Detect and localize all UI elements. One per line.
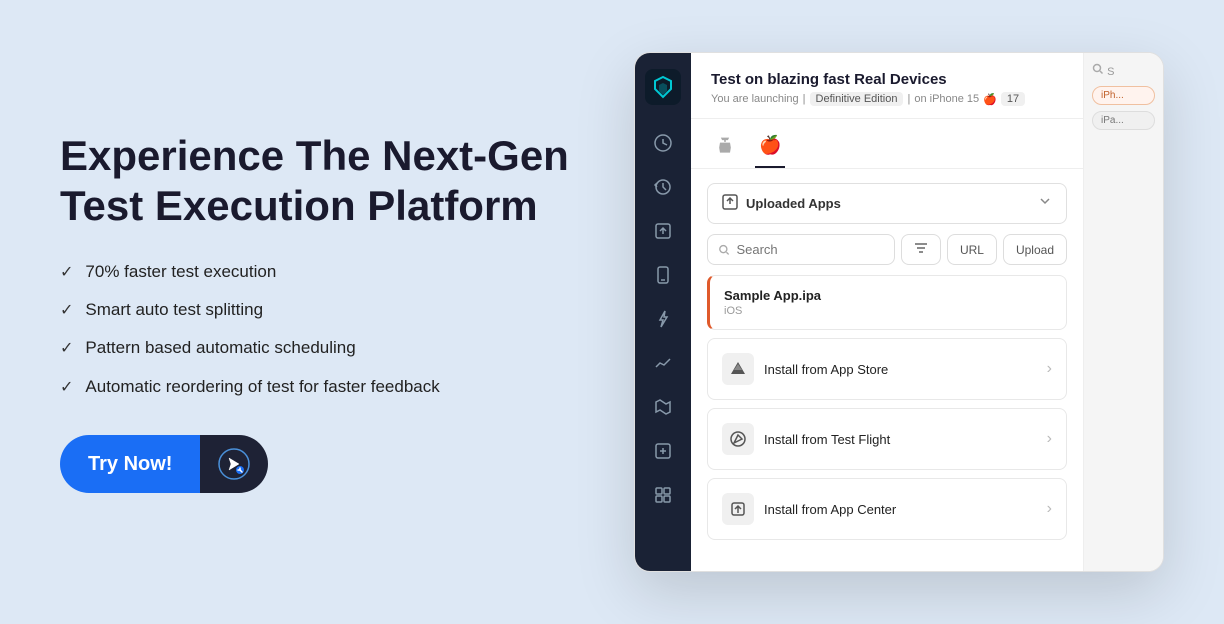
filter-button[interactable]: [901, 234, 941, 265]
sidebar-item-upload[interactable]: [645, 213, 681, 249]
install-option-left-appstore: Install from App Store: [722, 353, 888, 385]
subtitle-edition: Definitive Edition: [810, 92, 904, 106]
check-icon-1: ✓: [60, 262, 73, 284]
right-panel: Test on blazing fast Real Devices You ar…: [620, 52, 1164, 572]
cursor-icon: [218, 448, 250, 480]
sidebar-logo[interactable]: [645, 69, 681, 105]
testflight-icon: [722, 423, 754, 455]
uploaded-apps-label: Uploaded Apps: [746, 196, 841, 211]
tab-ios[interactable]: 🍎: [755, 129, 785, 168]
os-tabs: 🍎: [691, 119, 1083, 169]
dropdown-header-left: Uploaded Apps: [722, 194, 841, 213]
app-item-name: Sample App.ipa: [724, 288, 1052, 303]
sidebar-item-chart[interactable]: [645, 345, 681, 381]
device-panel-search: S: [1092, 63, 1155, 78]
feature-text-4: Automatic reordering of test for faster …: [85, 375, 439, 399]
sidebar-item-map[interactable]: [645, 389, 681, 425]
install-label-appcenter: Install from App Center: [764, 502, 896, 517]
subtitle-divider-1: |: [803, 93, 806, 105]
feature-item-1: ✓ 70% faster test execution: [60, 260, 580, 284]
check-icon-2: ✓: [60, 300, 73, 322]
sidebar: [635, 53, 691, 571]
feature-item-4: ✓ Automatic reordering of test for faste…: [60, 375, 580, 399]
feature-item-2: ✓ Smart auto test splitting: [60, 298, 580, 322]
device-chip-ipad[interactable]: iPa...: [1092, 111, 1155, 130]
appstore-icon: [722, 353, 754, 385]
upload-button[interactable]: Upload: [1003, 234, 1067, 265]
testflight-chevron-icon: ›: [1047, 430, 1052, 448]
install-option-left-testflight: Install from Test Flight: [722, 423, 890, 455]
subtitle-prefix: You are launching: [711, 93, 799, 105]
apple-tab-icon: 🍎: [759, 135, 781, 156]
install-option-testflight[interactable]: Install from Test Flight ›: [707, 408, 1067, 470]
search-input-wrapper[interactable]: [707, 234, 895, 265]
app-content: Test on blazing fast Real Devices You ar…: [691, 53, 1083, 571]
app-header-subtitle: You are launching | Definitive Edition |…: [711, 92, 1063, 106]
app-item-platform: iOS: [724, 305, 1052, 317]
cta-icon-button[interactable]: [200, 435, 268, 493]
search-bar-row: URL Upload: [707, 234, 1067, 265]
sidebar-item-history[interactable]: [645, 169, 681, 205]
appstore-chevron-icon: ›: [1047, 360, 1052, 378]
main-container: Experience The Next-Gen Test Execution P…: [0, 0, 1224, 624]
try-now-button[interactable]: Try Now!: [60, 435, 200, 493]
app-window: Test on blazing fast Real Devices You ar…: [634, 52, 1164, 572]
app-list-item[interactable]: Sample App.ipa iOS: [707, 275, 1067, 330]
sidebar-item-add[interactable]: [645, 433, 681, 469]
app-header-title: Test on blazing fast Real Devices: [711, 71, 1063, 88]
search-icon: [718, 243, 730, 257]
app-body: Uploaded Apps: [691, 169, 1083, 571]
sidebar-item-device[interactable]: [645, 257, 681, 293]
tab-android[interactable]: [711, 129, 739, 168]
apple-icon: 🍎: [983, 93, 997, 106]
upload-icon-small: [722, 194, 738, 213]
install-label-appstore: Install from App Store: [764, 362, 888, 377]
sidebar-item-flash[interactable]: [645, 301, 681, 337]
install-label-testflight: Install from Test Flight: [764, 432, 890, 447]
feature-list: ✓ 70% faster test execution ✓ Smart auto…: [60, 260, 580, 400]
install-option-appcenter[interactable]: Install from App Center ›: [707, 478, 1067, 540]
check-icon-4: ✓: [60, 377, 73, 399]
cta-wrapper: Try Now!: [60, 435, 580, 493]
subtitle-on: on iPhone 15: [914, 93, 979, 105]
url-button[interactable]: URL: [947, 234, 997, 265]
device-chip-iphone[interactable]: iPh...: [1092, 86, 1155, 105]
appcenter-icon: [722, 493, 754, 525]
feature-text-1: 70% faster test execution: [85, 260, 276, 284]
install-option-left-appcenter: Install from App Center: [722, 493, 896, 525]
install-option-appstore[interactable]: Install from App Store ›: [707, 338, 1067, 400]
uploaded-apps-dropdown[interactable]: Uploaded Apps: [707, 183, 1067, 224]
left-panel: Experience The Next-Gen Test Execution P…: [60, 131, 620, 493]
feature-text-2: Smart auto test splitting: [85, 298, 263, 322]
subtitle-divider-2: |: [907, 93, 910, 105]
hero-title: Experience The Next-Gen Test Execution P…: [60, 131, 580, 232]
sidebar-item-speed[interactable]: [645, 125, 681, 161]
sidebar-item-grid[interactable]: [645, 477, 681, 513]
search-input[interactable]: [736, 242, 884, 257]
subtitle-count: 17: [1001, 92, 1025, 106]
feature-text-3: Pattern based automatic scheduling: [85, 336, 355, 360]
check-icon-3: ✓: [60, 338, 73, 360]
device-panel: S iPh... iPa...: [1083, 53, 1163, 571]
appcenter-chevron-icon: ›: [1047, 500, 1052, 518]
app-header: Test on blazing fast Real Devices You ar…: [691, 53, 1083, 119]
feature-item-3: ✓ Pattern based automatic scheduling: [60, 336, 580, 360]
dropdown-chevron-icon: [1038, 194, 1052, 213]
